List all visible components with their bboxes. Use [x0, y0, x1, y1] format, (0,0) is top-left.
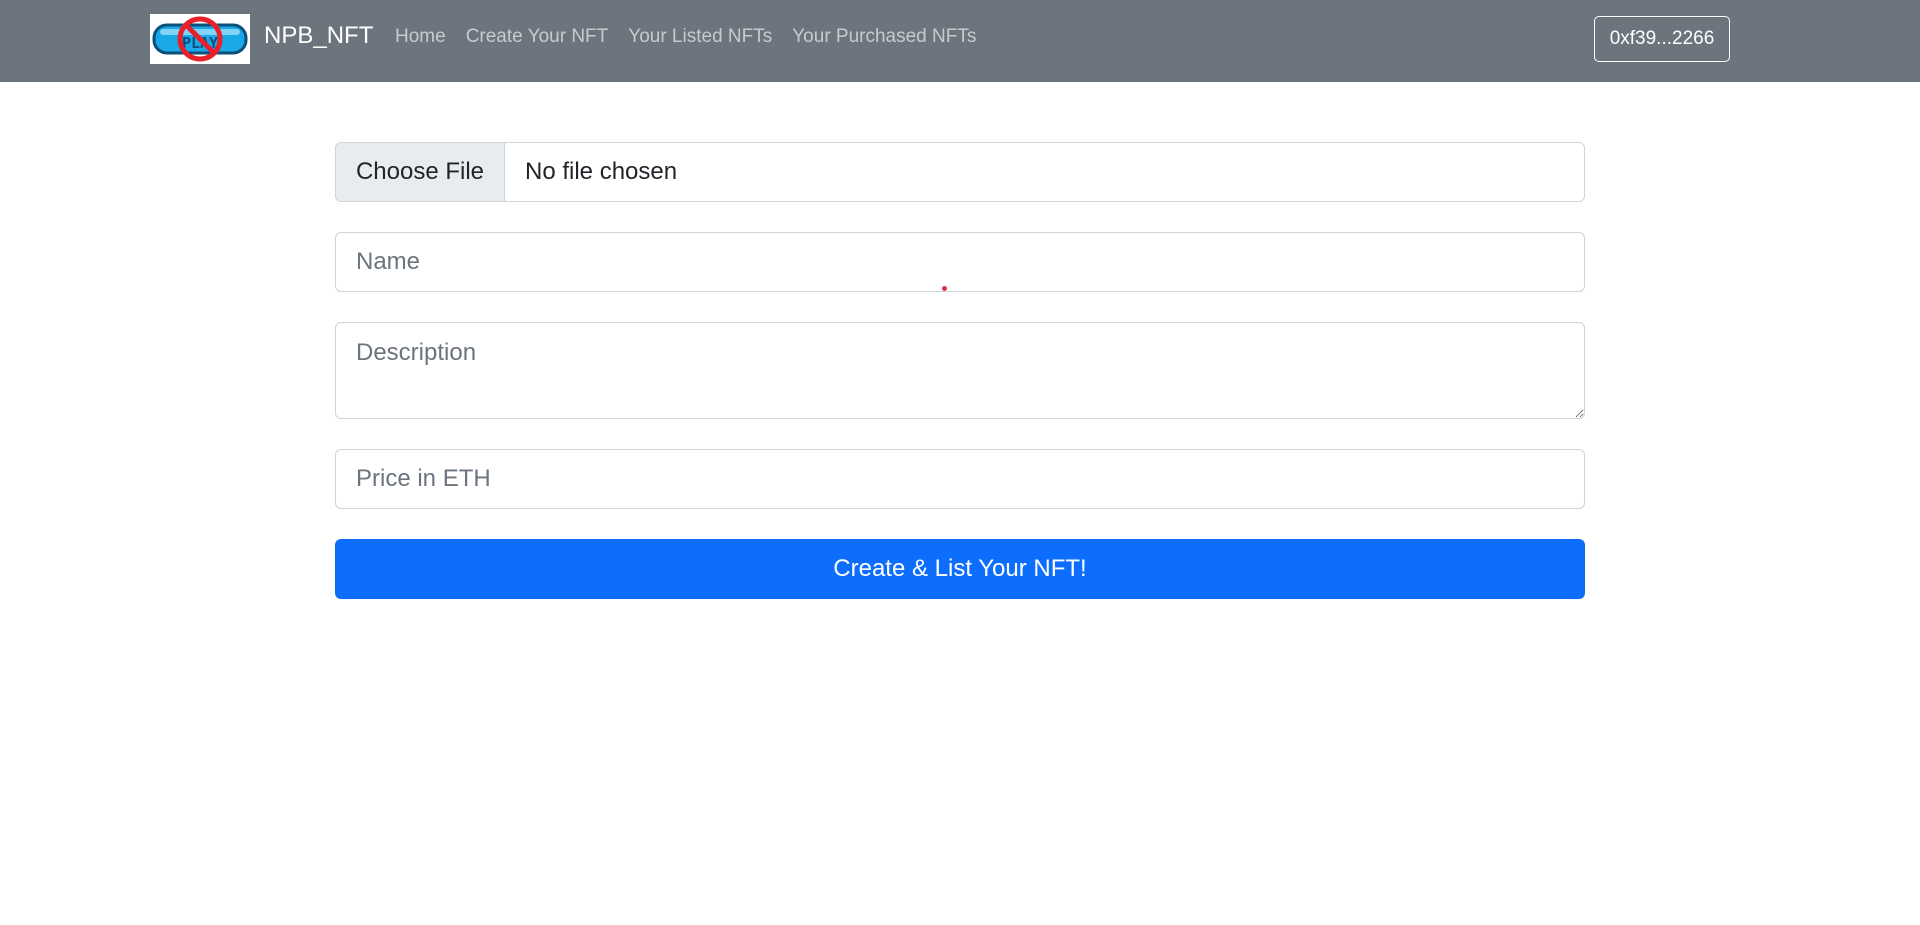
- file-status-text: No file chosen: [525, 158, 678, 185]
- create-list-nft-button[interactable]: Create & List Your NFT!: [335, 539, 1585, 599]
- cursor-indicator: [942, 286, 947, 291]
- nav-link-create-nft[interactable]: Create Your NFT: [466, 26, 609, 48]
- nav-link-home[interactable]: Home: [395, 26, 446, 48]
- wallet-account-button[interactable]: 0xf39...2266: [1594, 16, 1730, 62]
- nav-link-purchased-nfts[interactable]: Your Purchased NFTs: [792, 26, 976, 48]
- name-input[interactable]: [335, 232, 1585, 292]
- description-textarea[interactable]: [335, 322, 1585, 419]
- price-input[interactable]: [335, 449, 1585, 509]
- navbar: PLAY NPB_NFT Home Create Your NFT Your L…: [0, 0, 1920, 82]
- nav-links: Home Create Your NFT Your Listed NFTs Yo…: [395, 26, 996, 48]
- choose-file-button[interactable]: Choose File: [336, 143, 505, 201]
- no-play-logo-icon: PLAY: [150, 14, 250, 64]
- file-upload-field[interactable]: Choose File No file chosen: [335, 142, 1585, 202]
- brand-link[interactable]: PLAY NPB_NFT: [150, 14, 373, 64]
- create-nft-form: Choose File No file chosen Create & List…: [335, 142, 1585, 599]
- brand-name: NPB_NFT: [264, 22, 374, 49]
- nav-link-listed-nfts[interactable]: Your Listed NFTs: [628, 26, 772, 48]
